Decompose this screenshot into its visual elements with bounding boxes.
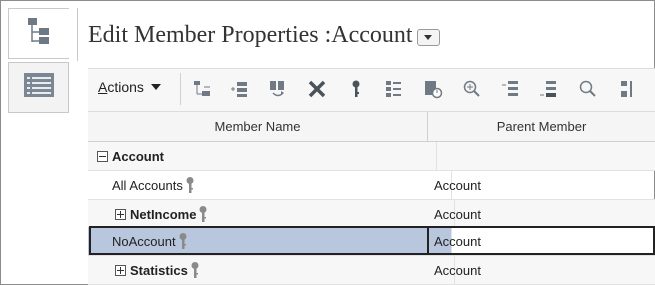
- column-header-label: Member Name: [214, 119, 301, 134]
- title-dropdown-button[interactable]: [416, 29, 440, 46]
- member-name: Account: [112, 148, 164, 164]
- search-icon[interactable]: [577, 78, 599, 100]
- member-name: NetIncome: [130, 206, 197, 222]
- toolbar: Actions: [88, 68, 655, 112]
- table-row-selected[interactable]: NoAccount Account: [88, 227, 655, 256]
- member-name-cell[interactable]: All Accounts: [88, 171, 452, 199]
- key-icon: [185, 176, 195, 194]
- zoom-in-icon[interactable]: [461, 78, 483, 100]
- key-icon: [198, 205, 208, 223]
- refresh-members-icon[interactable]: [267, 78, 289, 100]
- tab-list-view[interactable]: [8, 62, 69, 113]
- parent-member-cell[interactable]: Account: [428, 200, 655, 228]
- move-up-icon[interactable]: [500, 78, 522, 100]
- page-title: Edit Member Properties :Account: [88, 22, 440, 49]
- add-sibling-icon[interactable]: [229, 78, 251, 100]
- member-name-cell[interactable]: NetIncome: [88, 200, 455, 228]
- toolbar-separator: [180, 73, 181, 105]
- parent-member-cell[interactable]: Account: [428, 227, 655, 255]
- actions-label: ctions: [107, 79, 144, 95]
- add-child-icon[interactable]: [191, 78, 213, 100]
- column-header-member-name[interactable]: Member Name: [88, 112, 428, 142]
- more-icon[interactable]: [618, 78, 640, 100]
- column-header-parent-member[interactable]: Parent Member: [428, 112, 655, 142]
- table-row[interactable]: Statistics Account: [88, 256, 655, 285]
- parent-member: Account: [434, 177, 481, 193]
- tab-hierarchy-view[interactable]: [8, 8, 69, 59]
- member-name: Statistics: [130, 262, 188, 278]
- member-name-cell[interactable]: NoAccount: [88, 227, 452, 255]
- selection-divider: [427, 226, 429, 255]
- member-name-cell[interactable]: Statistics: [88, 256, 455, 284]
- expand-icon[interactable]: [115, 264, 126, 276]
- assign-icon[interactable]: [383, 78, 405, 100]
- parent-member-cell[interactable]: Account: [428, 171, 655, 199]
- table-row[interactable]: Account: [88, 142, 655, 171]
- member-name-cell[interactable]: Account: [88, 142, 437, 170]
- chevron-down-icon: [150, 84, 161, 90]
- table-row[interactable]: All Accounts Account: [88, 171, 655, 200]
- expand-icon[interactable]: [115, 208, 126, 220]
- history-icon[interactable]: [422, 78, 444, 100]
- hierarchy-tree-icon: [26, 16, 52, 51]
- rail-divider: [77, 8, 78, 61]
- key-icon: [178, 232, 188, 250]
- move-down-icon[interactable]: [538, 78, 560, 100]
- collapse-icon[interactable]: [97, 150, 108, 162]
- key-icon[interactable]: [345, 78, 367, 100]
- delete-icon[interactable]: [306, 78, 328, 100]
- parent-member-cell[interactable]: Account: [428, 256, 655, 284]
- view-switcher: [8, 8, 78, 113]
- member-name: All Accounts: [112, 177, 183, 193]
- key-icon: [190, 261, 200, 279]
- list-view-icon: [23, 72, 55, 103]
- parent-member: Account: [434, 233, 481, 249]
- member-name: NoAccount: [112, 233, 176, 249]
- parent-member: Account: [434, 262, 481, 278]
- table-row[interactable]: NetIncome Account: [88, 200, 655, 229]
- column-header-label: Parent Member: [496, 119, 587, 134]
- parent-member-cell[interactable]: [428, 142, 655, 170]
- page-title-text: Edit Member Properties :Account: [88, 22, 413, 48]
- actions-mnemonic: A: [98, 79, 108, 95]
- parent-member: Account: [434, 206, 481, 222]
- actions-menu[interactable]: Actions: [98, 79, 161, 95]
